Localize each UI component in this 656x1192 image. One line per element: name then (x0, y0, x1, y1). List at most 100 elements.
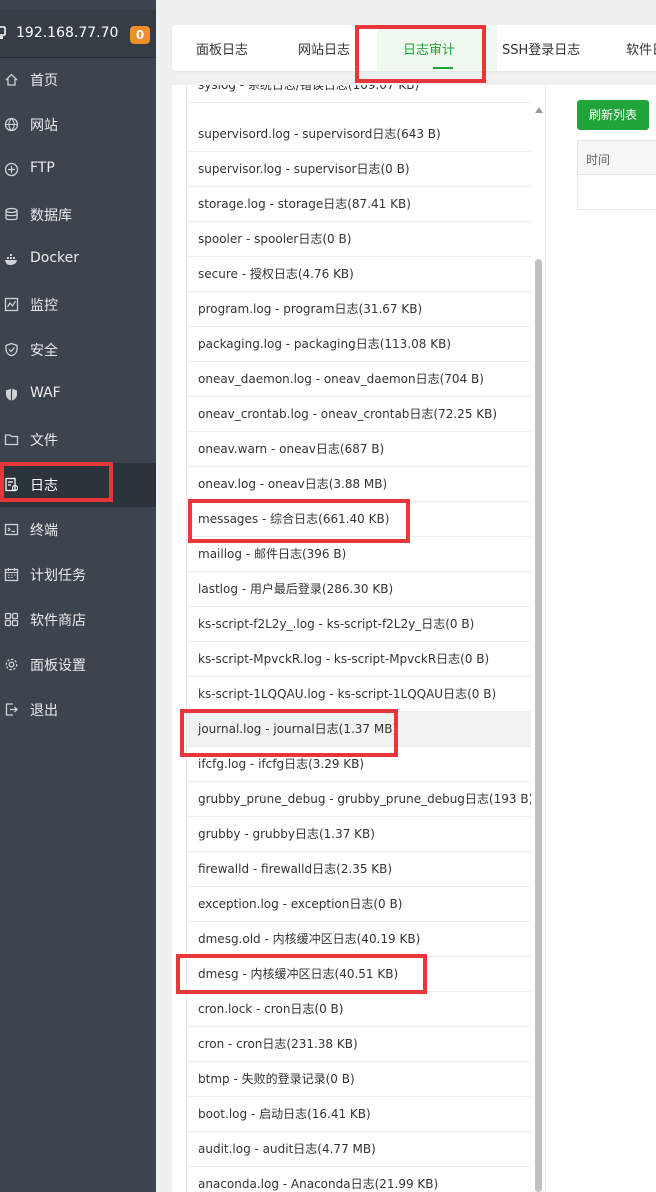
sidebar-item[interactable]: WAF (0, 373, 156, 417)
waf-icon (4, 387, 19, 402)
log-list-item[interactable]: cron - cron日志(231.38 KB) (187, 1027, 531, 1062)
log-icon (4, 477, 19, 492)
scrollbar[interactable] (533, 85, 545, 1192)
tab-ssh-login-log[interactable]: SSH登录日志 (502, 39, 580, 58)
sidebar-item-label: 监控 (30, 298, 58, 314)
sidebar-item-label: 计划任务 (30, 568, 86, 584)
sidebar-item-label: FTP (30, 160, 55, 176)
log-list-item[interactable]: lastlog - 用户最后登录(286.30 KB) (187, 572, 531, 607)
col-time-header: 时间 (586, 153, 611, 167)
log-list-item[interactable]: ks-script-f2L2y_.log - ks-script-f2L2y_日… (187, 607, 531, 642)
log-list-item[interactable]: messages - 综合日志(661.40 KB) (187, 502, 531, 537)
sidebar-item[interactable]: 网站 (0, 103, 156, 147)
sidebar-item[interactable]: 面板设置 (0, 643, 156, 687)
log-list-item[interactable]: program.log - program日志(31.67 KB) (187, 292, 531, 327)
sidebar-item-label: 文件 (30, 433, 58, 449)
sidebar: 192.168.77.70 0 首页网站 FTP 数据库 Docker 监控安全 WAF 文… (0, 0, 156, 1192)
sidebar-item-label: 首页 (30, 73, 58, 89)
logout-icon (4, 702, 19, 717)
apps-icon (4, 612, 19, 627)
sidebar-item[interactable]: 安全 (0, 328, 156, 372)
log-list-item[interactable]: oneav_crontab.log - oneav_crontab日志(72.2… (187, 397, 531, 432)
sidebar-item[interactable]: Docker (0, 238, 156, 282)
log-list-item[interactable]: packaging.log - packaging日志(113.08 KB) (187, 327, 531, 362)
sidebar-item-label: 网站 (30, 118, 58, 134)
tab-panel-log[interactable]: 面板日志 (196, 39, 248, 58)
log-list-item[interactable]: maillog - 邮件日志(396 B) (187, 537, 531, 572)
log-list-item[interactable]: supervisord.log - supervisord日志(643 B) (187, 117, 531, 152)
sidebar-item[interactable]: 数据库 (0, 193, 156, 237)
log-list-item[interactable]: ifcfg.log - ifcfg日志(3.29 KB) (187, 747, 531, 782)
globe-icon (4, 117, 19, 132)
sidebar-item[interactable]: 日志 (0, 463, 156, 507)
sidebar-item[interactable]: FTP (0, 148, 156, 192)
log-list-item[interactable]: firewalld - firewalld日志(2.35 KB) (187, 852, 531, 887)
gear-icon (4, 657, 19, 672)
sidebar-item-label: 安全 (30, 343, 58, 359)
tab-site-log[interactable]: 网站日志 (298, 39, 350, 58)
log-list-item[interactable]: ks-script-1LQQAU.log - ks-script-1LQQAU日… (187, 677, 531, 712)
sidebar-item-label: WAF (30, 385, 61, 401)
sidebar-item[interactable]: 软件商店 (0, 598, 156, 642)
log-list-item[interactable]: oneav.log - oneav日志(3.88 MB) (187, 467, 531, 502)
log-list-item[interactable]: dmesg.old - 内核缓冲区日志(40.19 KB) (187, 922, 531, 957)
log-list-item[interactable]: audit.log - audit日志(4.77 MB) (187, 1132, 531, 1167)
log-tabs: 面板日志 网站日志 日志审计 SSH登录日志 软件日志 (172, 25, 656, 71)
log-list-item[interactable]: cron.lock - cron日志(0 B) (187, 992, 531, 1027)
log-list-item[interactable]: journal.log - journal日志(1.37 MB) (187, 712, 531, 747)
log-list-item[interactable]: boot.log - 启动日志(16.41 KB) (187, 1097, 531, 1132)
log-list-item[interactable]: oneav.warn - oneav日志(687 B) (187, 432, 531, 467)
terminal-icon (4, 522, 19, 537)
folder-icon (4, 432, 19, 447)
log-list-item[interactable]: oneav_daemon.log - oneav_daemon日志(704 B) (187, 362, 531, 397)
log-list-item[interactable]: exception.log - exception日志(0 B) (187, 887, 531, 922)
refresh-list-button[interactable]: 刷新列表 (577, 100, 649, 130)
log-list-item[interactable]: syslog - 系统日志/错误日志(109.07 KB) (187, 85, 531, 103)
sidebar-item[interactable]: 终端 (0, 508, 156, 552)
tab-log-audit[interactable]: 日志审计 (403, 39, 455, 58)
server-icon (0, 26, 6, 39)
log-list-item[interactable]: dmesg - 内核缓冲区日志(40.51 KB) (187, 957, 531, 992)
sidebar-item-label: 退出 (30, 703, 58, 719)
log-table-body (577, 175, 656, 210)
log-audit-panel: syslog - 系统日志/错误日志(109.07 KB) supervisord… (172, 85, 656, 1192)
sidebar-item[interactable]: 监控 (0, 283, 156, 327)
monitor-icon (4, 297, 19, 312)
ftp-icon (4, 162, 19, 177)
server-header: 192.168.77.70 0 (0, 10, 156, 58)
sidebar-item-label: 数据库 (30, 208, 72, 224)
active-tab-underline (433, 67, 453, 69)
log-list-item[interactable]: spooler - spooler日志(0 B) (187, 222, 531, 257)
database-icon (4, 207, 19, 222)
scroll-thumb[interactable] (535, 259, 542, 1192)
sidebar-item-label: 面板设置 (30, 658, 86, 674)
log-list-item[interactable]: storage.log - storage日志(87.41 KB) (187, 187, 531, 222)
sidebar-item[interactable]: 计划任务 (0, 553, 156, 597)
calendar-icon (4, 567, 19, 582)
docker-icon (4, 252, 19, 267)
log-list-item[interactable]: btmp - 失败的登录记录(0 B) (187, 1062, 531, 1097)
sidebar-item[interactable]: 文件 (0, 418, 156, 462)
log-detail-area: 刷新列表 时间 (577, 85, 656, 285)
sidebar-item-label: 日志 (30, 478, 58, 494)
log-list-item[interactable]: grubby - grubby日志(1.37 KB) (187, 817, 531, 852)
sidebar-item[interactable]: 退出 (0, 688, 156, 732)
sidebar-item-label: 软件商店 (30, 613, 86, 629)
log-list-item[interactable]: anaconda.log - Anaconda日志(21.99 KB) (187, 1167, 531, 1192)
notification-badge[interactable]: 0 (130, 26, 150, 44)
log-list-item[interactable]: grubby_prune_debug - grubby_prune_debug日… (187, 782, 531, 817)
main-area: 面板日志 网站日志 日志审计 SSH登录日志 软件日志 syslog - 系统日… (156, 0, 656, 1192)
sidebar-item-label: Docker (30, 250, 80, 266)
tab-software-log[interactable]: 软件日志 (626, 39, 656, 58)
scroll-up-arrow[interactable] (535, 107, 543, 113)
log-file-list: syslog - 系统日志/错误日志(109.07 KB) supervisord… (186, 85, 546, 1192)
log-list-item[interactable]: secure - 授权日志(4.76 KB) (187, 257, 531, 292)
sidebar-item-label: 终端 (30, 523, 58, 539)
log-list-item[interactable]: ks-script-MpvckR.log - ks-script-MpvckR日… (187, 642, 531, 677)
shield-icon (4, 342, 19, 357)
log-list-item[interactable]: supervisor.log - supervisor日志(0 B) (187, 152, 531, 187)
server-ip: 192.168.77.70 (16, 25, 119, 41)
log-table-header: 时间 (577, 140, 656, 175)
home-icon (4, 72, 19, 87)
sidebar-item[interactable]: 首页 (0, 58, 156, 102)
